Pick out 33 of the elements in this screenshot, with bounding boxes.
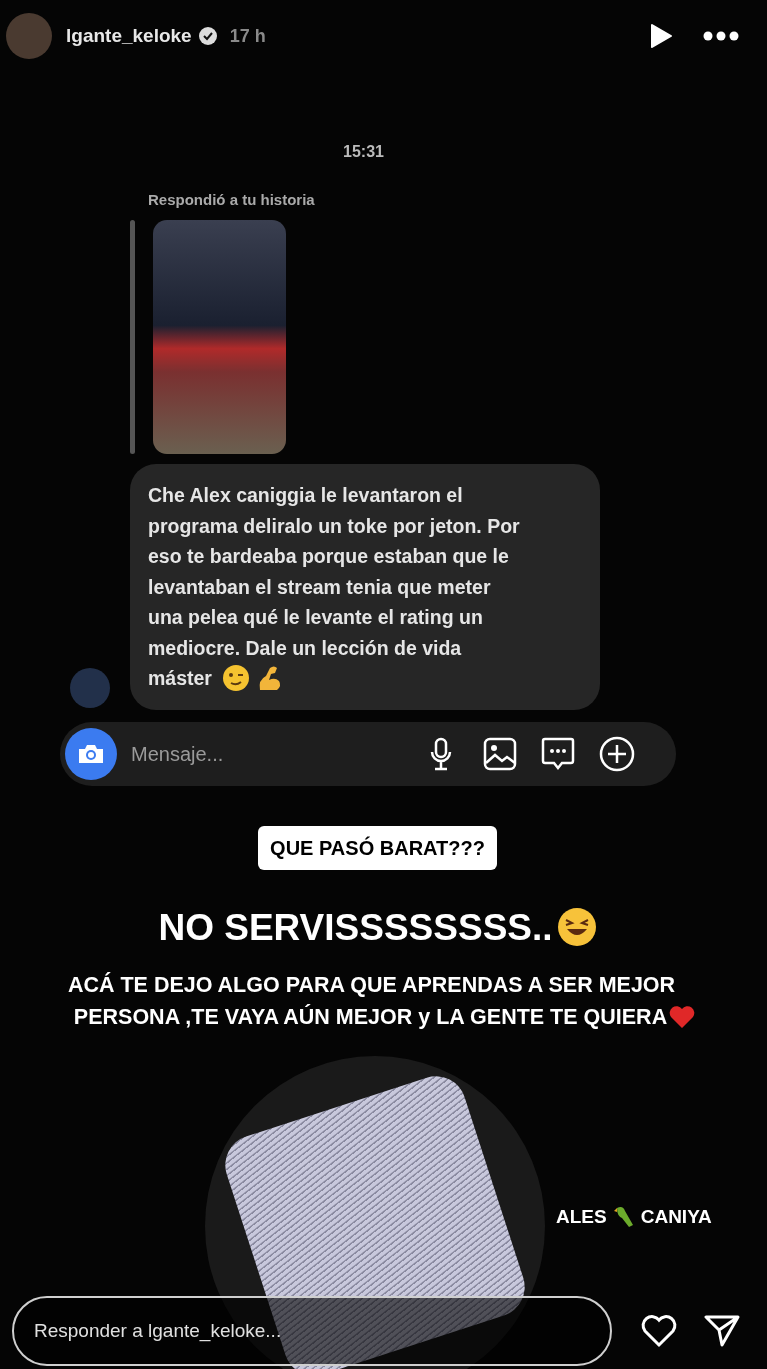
send-icon[interactable] [704, 1314, 740, 1348]
message-text-line: mediocre. Dale un lección de vida [148, 635, 462, 661]
message-text-line: máster [148, 666, 212, 691]
message-text-line: Che Alex caniggia le levantaron el [148, 483, 463, 508]
message-timestamp: 15:31 [343, 142, 384, 162]
story-message-line: PERSONA ,TE VAYA AÚN MEJOR y LA GENTE TE QUIERA [73, 1003, 668, 1031]
signature-text: CANIYA [640, 1205, 712, 1229]
camera-icon [77, 742, 105, 765]
winking-face-icon [221, 664, 250, 693]
message-text-line: una pelea qué le levante el rating un [148, 605, 483, 630]
reply-input-field[interactable]: Responder a lgante_keloke... [12, 1296, 612, 1366]
more-options-icon[interactable] [703, 31, 739, 41]
story-message-line: ACÁ TE DEJO ALGO PARA QUE APRENDAS A SER MEJOR [67, 971, 676, 999]
story-caption: QUE PASÓ BARAT??? [258, 825, 497, 870]
story-headline: NO SERVISSSSSSSS.. [158, 905, 553, 950]
play-icon[interactable] [649, 23, 673, 49]
post-time: 17 h [229, 24, 266, 48]
message-text-line: programa deliralo un toke por jeton. Por [148, 513, 520, 539]
message-text-line: eso te bardeaba porque estaban que le [148, 544, 509, 569]
heart-outline-icon[interactable] [640, 1314, 678, 1348]
message-input-field[interactable]: Mensaje... [131, 738, 421, 769]
heart-icon [669, 1005, 696, 1029]
message-text-line: levantaban el stream tenia que meter [148, 574, 491, 600]
story-thumbnail-photo[interactable] [153, 220, 286, 454]
chat-bubble-icon[interactable] [541, 736, 575, 771]
signature-text: ALES [556, 1205, 607, 1229]
microphone-icon[interactable] [429, 736, 453, 771]
camera-button[interactable] [65, 727, 117, 780]
reply-label: Respondió a tu historia [148, 191, 315, 208]
username[interactable]: lgante_keloke [66, 21, 192, 51]
image-icon[interactable] [483, 736, 517, 771]
sender-avatar [70, 667, 110, 708]
add-icon[interactable] [599, 735, 635, 772]
